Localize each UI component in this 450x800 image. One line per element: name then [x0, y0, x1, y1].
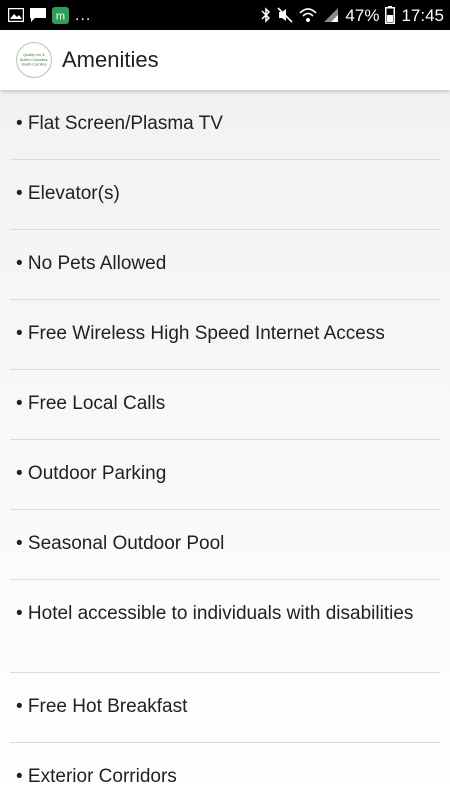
hotel-logo-icon: Quality Inn & Suites Columbia, South Car… — [16, 42, 52, 78]
status-bar: m ... 47% 17:45 — [0, 0, 450, 30]
list-item: • Free Local Calls — [10, 370, 440, 440]
list-item: • Seasonal Outdoor Pool — [10, 510, 440, 580]
status-right: 47% 17:45 — [261, 6, 444, 24]
app-m-icon: m — [52, 6, 69, 24]
signal-icon — [323, 7, 339, 23]
battery-percent: 47% — [345, 5, 380, 25]
list-item: • Outdoor Parking — [10, 440, 440, 510]
image-icon — [8, 8, 24, 22]
list-item: • Free Hot Breakfast — [10, 673, 440, 743]
app-bar: Quality Inn & Suites Columbia, South Car… — [0, 30, 450, 90]
notification-overflow: ... — [75, 7, 92, 24]
list-item: • Hotel accessible to individuals with d… — [10, 580, 440, 673]
list-item: • Exterior Corridors — [10, 743, 440, 800]
list-item: • Free Wireless High Speed Internet Acce… — [10, 300, 440, 370]
logo-line-1: Quality Inn & — [23, 53, 45, 57]
wifi-icon — [299, 7, 317, 23]
clock: 17:45 — [401, 5, 444, 25]
list-item: • Flat Screen/Plasma TV — [10, 90, 440, 160]
app-m-letter: m — [56, 10, 65, 22]
logo-line-3: South Carolina — [22, 63, 48, 67]
bluetooth-icon — [261, 7, 271, 23]
logo-line-2: Suites Columbia, — [20, 58, 48, 62]
list-item: • Elevator(s) — [10, 160, 440, 230]
amenities-list[interactable]: • Flat Screen/Plasma TV • Elevator(s) • … — [0, 90, 450, 800]
mute-icon — [277, 7, 293, 23]
status-left: m ... — [8, 6, 91, 24]
battery-icon — [385, 6, 396, 24]
page-title: Amenities — [62, 47, 159, 72]
list-item: • No Pets Allowed — [10, 230, 440, 300]
message-icon — [30, 7, 46, 23]
